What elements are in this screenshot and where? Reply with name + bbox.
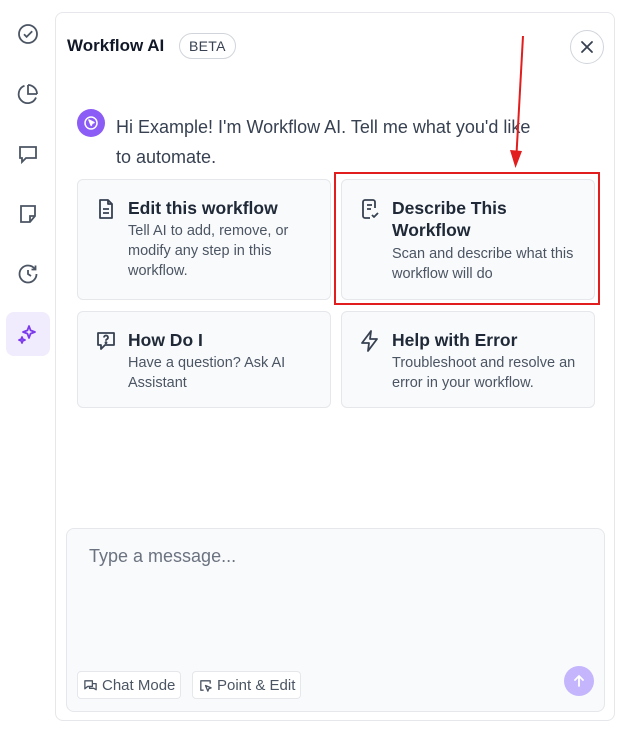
check-circle-icon (18, 24, 38, 44)
card-description: Scan and describe what this workflow wil… (392, 246, 574, 282)
history-icon (18, 264, 38, 284)
question-bubble-icon (97, 332, 115, 350)
card-title: Help with Error (392, 330, 518, 350)
left-rail (0, 0, 55, 729)
message-composer: Chat Mode Point & Edit (66, 528, 605, 712)
suggestion-card-how-do-i[interactable]: How Do I Have a question? Ask AI Assista… (77, 311, 331, 408)
chat-mode-button[interactable]: Chat Mode (77, 671, 182, 699)
card-description: Tell AI to add, remove, or modify any st… (128, 223, 289, 279)
card-title: How Do I (128, 330, 203, 350)
lightning-icon (361, 330, 378, 352)
suggestion-card-help-error[interactable]: Help with Error Troubleshoot and resolve… (341, 311, 595, 408)
suggestion-card-edit[interactable]: Edit this workflow Tell AI to add, remov… (77, 179, 331, 300)
card-description: Have a question? Ask AI Assistant (128, 355, 286, 391)
rail-tasks-button[interactable] (6, 12, 50, 56)
chat-bubble-icon (19, 146, 37, 165)
workflow-ai-panel: Workflow AI BETA Hi Example! I'm Workflo… (55, 12, 615, 721)
pointer-select-icon (200, 679, 212, 692)
card-description: Troubleshoot and resolve an error in you… (392, 355, 576, 391)
card-title: Describe This Workflow (392, 198, 507, 240)
arrow-up-icon (574, 675, 584, 687)
suggestion-card-describe[interactable]: Describe This Workflow Scan and describe… (341, 179, 595, 300)
rail-notes-button[interactable] (6, 192, 50, 236)
document-icon (99, 199, 113, 219)
close-icon (581, 41, 593, 53)
send-button[interactable] (564, 666, 594, 696)
rail-ai-button[interactable] (6, 312, 50, 356)
sticky-note-icon (20, 205, 36, 223)
panel-title: Workflow AI (67, 36, 165, 55)
sparkles-icon (18, 325, 36, 344)
greeting-message: Hi Example! I'm Workflow AI. Tell me wha… (116, 117, 531, 167)
beta-badge: BETA (179, 33, 236, 59)
ai-avatar (77, 109, 105, 137)
ai-cursor-icon (84, 116, 98, 130)
close-button[interactable] (570, 30, 604, 64)
card-title: Edit this workflow (128, 198, 278, 218)
message-input[interactable] (89, 542, 579, 570)
rail-analytics-button[interactable] (6, 72, 50, 116)
rail-history-button[interactable] (6, 252, 50, 296)
rail-comments-button[interactable] (6, 132, 50, 176)
pie-chart-icon (17, 84, 38, 104)
point-edit-label: Point & Edit (217, 676, 296, 694)
point-edit-button[interactable]: Point & Edit (192, 671, 302, 699)
chat-mode-icon (84, 679, 97, 690)
chat-mode-label: Chat Mode (102, 676, 176, 694)
checklist-document-icon (362, 199, 379, 219)
